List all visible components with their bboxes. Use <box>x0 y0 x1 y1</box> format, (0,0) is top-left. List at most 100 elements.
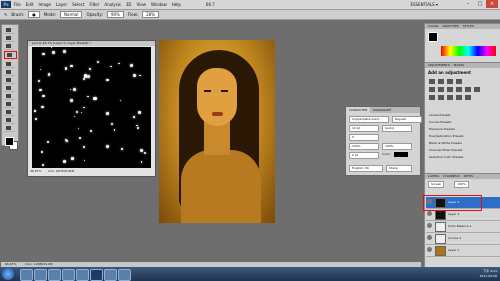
visibility-eye-icon[interactable] <box>427 247 432 252</box>
tab-paragraph[interactable]: PARAGRAPH <box>370 107 394 113</box>
eyedropper-tool-icon[interactable] <box>4 69 15 76</box>
lasso-tool-icon[interactable] <box>4 43 15 50</box>
preset-curves[interactable]: Curves Presets <box>429 120 451 125</box>
channel-mixer-icon[interactable] <box>474 87 480 92</box>
brush-tool-button[interactable] <box>4 51 17 59</box>
start-button[interactable] <box>2 268 14 280</box>
menu-analysis[interactable]: Analysis <box>104 1 120 8</box>
system-clock[interactable]: 下午 4:11 2011-06-26 <box>480 269 497 279</box>
text-color-swatch[interactable] <box>393 152 408 157</box>
preset-hue-saturation[interactable]: Hue/Saturation Presets <box>429 134 464 139</box>
close-icon[interactable]: × <box>486 0 498 8</box>
posterize-icon[interactable] <box>438 95 444 100</box>
hue-saturation-icon[interactable] <box>438 87 444 92</box>
levels-icon[interactable] <box>438 79 444 84</box>
preset-channel-mixer[interactable]: Channel Mixer Presets <box>429 148 462 153</box>
layer-row[interactable]: Layer 1 <box>426 245 500 257</box>
healing-tool-icon[interactable] <box>4 77 15 84</box>
brush-preset-picker[interactable]: ● <box>28 11 40 18</box>
horizontal-scale-field[interactable]: 100% <box>382 143 412 150</box>
menu-filter[interactable]: Filter <box>89 1 99 8</box>
layer-row[interactable]: Color Balance 1 <box>426 221 500 233</box>
visibility-eye-icon[interactable] <box>427 223 432 228</box>
curves-icon[interactable] <box>447 79 453 84</box>
document-tab-title[interactable]: pad @ 46.7% (Layer 0, Layer Mask/8) * <box>28 41 155 46</box>
stamp-tool-icon[interactable] <box>4 85 15 92</box>
canvas-portrait[interactable] <box>159 40 275 223</box>
tab-adjustments[interactable]: ADJUSTMENTS <box>428 63 450 68</box>
gradient-map-icon[interactable] <box>456 95 462 100</box>
menu-edit[interactable]: Edit <box>26 1 34 8</box>
vibrance-icon[interactable] <box>429 87 435 92</box>
type-tool-icon[interactable] <box>4 117 15 124</box>
font-family-select[interactable]: Copperplate Goth... <box>349 116 389 123</box>
marquee-tool-icon[interactable] <box>4 35 15 42</box>
photoshop-taskbar-icon[interactable] <box>90 269 103 281</box>
tab-color[interactable]: COLOR <box>428 24 438 29</box>
menu-image[interactable]: Image <box>38 1 51 8</box>
app-icon[interactable] <box>76 269 89 281</box>
menu-3d[interactable]: 3D <box>126 1 132 8</box>
baseline-shift-field[interactable]: 0 pt <box>349 152 379 159</box>
color-panel-foreground-swatch[interactable] <box>428 32 438 42</box>
font-size-field[interactable]: 10 pt <box>349 125 379 132</box>
media-icon[interactable] <box>48 269 61 281</box>
menu-help[interactable]: Help <box>172 1 181 8</box>
preset-selective-color[interactable]: Selective Color Presets <box>429 155 463 160</box>
menu-window[interactable]: Window <box>151 1 167 8</box>
layer-opacity-field[interactable]: 100% <box>454 181 469 188</box>
blend-mode-select[interactable]: Screen <box>428 181 445 188</box>
preset-black-white[interactable]: Black & White Presets <box>429 141 462 146</box>
language-select[interactable]: English: UK <box>349 165 383 172</box>
color-spectrum-bar[interactable] <box>441 46 496 56</box>
exposure-icon[interactable] <box>456 79 462 84</box>
tab-styles[interactable]: STYLES <box>463 24 474 29</box>
workspace-switcher[interactable]: ESSENTIALS ▾ <box>410 1 438 8</box>
brush-tool-icon[interactable]: ✎ <box>4 11 7 18</box>
black-white-icon[interactable] <box>456 87 462 92</box>
app-icon[interactable] <box>104 269 117 281</box>
color-balance-icon[interactable] <box>447 87 453 92</box>
hand-tool-icon[interactable] <box>4 125 15 132</box>
leading-field[interactable]: (Auto) <box>382 125 412 132</box>
preset-exposure[interactable]: Exposure Presets <box>429 127 455 132</box>
browser-icon[interactable] <box>34 269 47 281</box>
move-tool-icon[interactable] <box>4 27 15 34</box>
tab-masks[interactable]: MASKS <box>454 63 464 68</box>
app-icon[interactable] <box>118 269 131 281</box>
visibility-eye-icon[interactable] <box>427 235 432 240</box>
vertical-scale-field[interactable]: 100% <box>349 143 379 150</box>
crop-tool-icon[interactable] <box>4 61 15 68</box>
gradient-tool-icon[interactable] <box>4 101 15 108</box>
photo-filter-icon[interactable] <box>465 87 471 92</box>
maximize-icon[interactable]: □ <box>474 0 486 8</box>
tab-paths[interactable]: PATHS <box>464 174 473 179</box>
layer-row[interactable]: Curves 2 <box>426 233 500 245</box>
brightness-icon[interactable] <box>429 79 435 84</box>
tab-swatches[interactable]: SWATCHES <box>442 24 458 29</box>
threshold-icon[interactable] <box>447 95 453 100</box>
foreground-color-swatch[interactable] <box>5 137 14 146</box>
antialias-select[interactable]: Sharp <box>386 165 412 172</box>
invert-icon[interactable] <box>429 95 435 100</box>
menu-layer[interactable]: Layer <box>56 1 67 8</box>
menu-select[interactable]: Select <box>72 1 84 8</box>
tab-channels[interactable]: CHANNELS <box>443 174 459 179</box>
canvas-stars[interactable] <box>32 47 151 168</box>
tab-layers[interactable]: LAYERS <box>428 174 439 179</box>
eraser-tool-icon[interactable] <box>4 93 15 100</box>
menu-file[interactable]: File <box>14 1 21 8</box>
flow-field[interactable]: 28% <box>142 11 159 18</box>
zoom-level[interactable]: 66.7 <box>206 1 215 8</box>
dodge-tool-icon[interactable] <box>4 109 15 116</box>
tab-character[interactable]: CHARACTER <box>346 107 371 113</box>
minimize-icon[interactable]: – <box>462 0 474 8</box>
mode-select[interactable]: Normal <box>60 11 83 18</box>
font-style-select[interactable]: Regular <box>392 116 422 123</box>
preset-levels[interactable]: Levels Presets <box>429 113 450 118</box>
visibility-eye-icon[interactable] <box>427 211 432 216</box>
opacity-field[interactable]: 90% <box>106 11 124 18</box>
menu-view[interactable]: View <box>137 1 147 8</box>
explorer-icon[interactable] <box>20 269 33 281</box>
selective-color-icon[interactable] <box>465 95 471 100</box>
